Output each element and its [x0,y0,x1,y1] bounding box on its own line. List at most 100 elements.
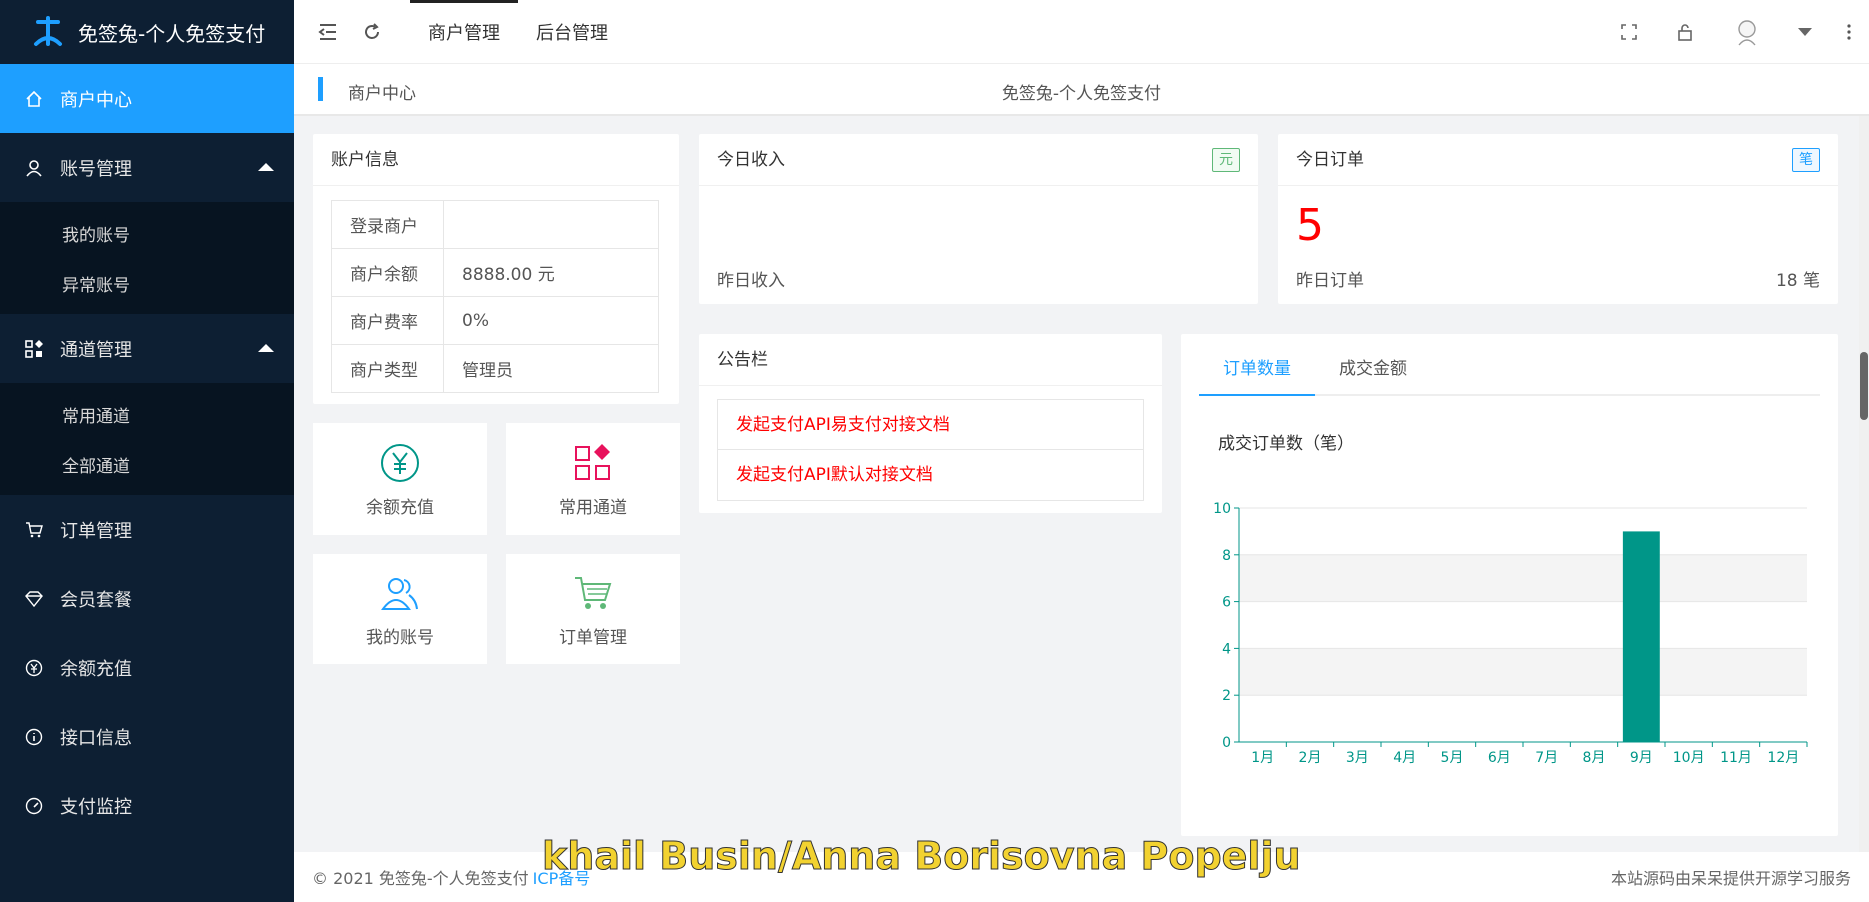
sidebar-item-account-management[interactable]: 账号管理 [0,133,294,202]
chart-bar[interactable] [1622,531,1660,742]
sidebar-item-membership[interactable]: 会员套餐 [0,564,294,633]
cart-icon [571,571,615,615]
info-icon [24,727,44,747]
page-scrollbar[interactable] [1859,116,1869,852]
orders-yesterday-row: 昨日订单 18 笔 [1296,266,1820,291]
order-bar-chart: 成交订单数（笔） 0 2 4 6 8 10 1月 2月 3月 4月 5月 6月 7月 8月 9月 10月 11月… [1213,434,1808,766]
chart-card: 订单数量 成交金额 成交订单数（笔） 0 2 4 6 8 10 1月 2月 3月 4月 5月 6月 7月… [1181,334,1838,836]
submenu-account: 我的账号 异常账号 [0,202,294,314]
table-row: 商户费率 0% [331,296,659,345]
x-tick-label: 9月 [1630,750,1653,766]
footer-right-text: 本站源码由呆呆提供开源学习服务 [1610,869,1851,888]
header-right-tools [1601,0,1869,64]
refresh-icon[interactable] [350,0,394,64]
quick-channel-button[interactable]: 常用通道 [506,423,680,535]
x-tick-label: 10月 [1673,750,1705,766]
quick-label: 我的账号 [366,627,434,648]
users-icon [378,571,422,615]
notice-link[interactable]: 发起支付API易支付对接文档 [718,400,1143,450]
quick-label: 余额充值 [366,497,434,518]
x-tick-label: 3月 [1346,750,1369,766]
tab-merchant-management[interactable]: 商户管理 [410,0,518,64]
unit-badge: 元 [1212,148,1240,172]
x-tick-label: 1月 [1251,750,1274,766]
breadcrumb: 商户中心 免签兔-个人免签支付 [294,64,1869,116]
table-row: 商户余额 8888.00 元 [331,248,659,297]
account-info-table: 登录商户 商户余额 8888.00 元 商户费率 0% 商户类型 管理员 [331,200,659,393]
tab-deal-amount[interactable]: 成交金额 [1315,344,1431,394]
quick-label: 订单管理 [559,627,627,648]
more-vertical-icon[interactable] [1829,0,1869,64]
collapse-menu-icon[interactable] [306,0,350,64]
yesterday-orders-value: 18 笔 [1775,271,1820,291]
sidebar-item-order-management[interactable]: 订单管理 [0,495,294,564]
sidebar-subitem-abnormal-account[interactable]: 异常账号 [0,258,294,308]
yesterday-orders-label: 昨日订单 [1296,271,1364,291]
submenu-channel: 常用通道 全部通道 [0,383,294,495]
unit-badge: 笔 [1792,148,1820,172]
brand-logo-icon [34,16,62,46]
row-label: 商户费率 [331,296,444,345]
today-orders-value: 5 [1296,200,1324,251]
x-tick-label: 4月 [1393,750,1416,766]
yen-icon [24,658,44,678]
gauge-icon [24,796,44,816]
scroll-thumb[interactable] [1860,352,1868,420]
app-title: 免签兔-个人免签支付 [78,21,266,46]
sidebar-item-label: 账号管理 [60,158,132,180]
quick-label: 常用通道 [559,497,627,518]
quick-recharge-button[interactable]: 余额充值 [313,423,487,535]
row-value: 管理员 [443,344,659,393]
video-watermark: khail Busin/Anna Borisovna Popelju [542,834,1302,879]
copyright: © 2021 免签兔-个人免签支付 [312,869,529,888]
tab-admin-management[interactable]: 后台管理 [518,0,626,64]
y-tick-label: 4 [1222,641,1231,657]
quick-my-account-button[interactable]: 我的账号 [313,554,487,664]
sidebar-item-label: 余额充值 [60,658,132,680]
diamond-icon [24,589,44,609]
top-header: 商户管理 后台管理 [294,0,1869,64]
sidebar-item-merchant-center[interactable]: 商户中心 [0,64,294,133]
y-tick-label: 10 [1213,501,1231,517]
avatar[interactable] [1713,0,1781,64]
y-tick-label: 8 [1222,548,1231,564]
x-tick-label: 6月 [1488,750,1511,766]
sidebar-subitem-my-account[interactable]: 我的账号 [0,208,294,258]
sidebar-subitem-common-channel[interactable]: 常用通道 [0,389,294,439]
apps-icon [571,441,615,485]
lock-icon[interactable] [1657,0,1713,64]
sidebar-item-api-info[interactable]: 接口信息 [0,702,294,771]
row-value: 8888.00 元 [443,248,659,297]
sidebar-subitem-all-channel[interactable]: 全部通道 [0,439,294,489]
card-title: 今日订单 笔 [1278,134,1838,186]
chart-band [1239,648,1807,696]
sidebar-item-recharge[interactable]: 余额充值 [0,633,294,702]
app-logo[interactable]: 免签兔-个人免签支付 [0,0,294,64]
y-tick-label: 2 [1222,688,1231,704]
card-title: 账户信息 [313,134,679,186]
sidebar-item-channel-management[interactable]: 通道管理 [0,314,294,383]
yen-circle-icon [378,441,422,485]
quick-order-button[interactable]: 订单管理 [506,554,680,664]
x-tick-label: 5月 [1441,750,1464,766]
tab-order-count[interactable]: 订单数量 [1199,344,1315,396]
today-income-card: 今日收入 元 昨日收入 [699,134,1258,304]
card-title: 公告栏 [699,334,1162,386]
row-value [443,200,659,249]
chevron-down-icon[interactable] [1781,0,1829,64]
row-label: 商户余额 [331,248,444,297]
notice-list: 发起支付API易支付对接文档 发起支付API默认对接文档 [717,399,1144,501]
x-tick-label: 11月 [1720,750,1752,766]
y-tick-label: 6 [1222,595,1231,611]
chart-band [1239,554,1807,602]
sidebar-item-payment-monitor[interactable]: 支付监控 [0,771,294,840]
account-info-card: 账户信息 登录商户 商户余额 8888.00 元 商户费率 0% 商户类型 管理… [313,134,679,404]
income-title: 今日收入 [717,150,785,170]
user-icon [24,158,44,178]
y-tick-label: 0 [1222,735,1231,751]
today-orders-card: 今日订单 笔 5 昨日订单 18 笔 [1278,134,1838,304]
sidebar: 免签兔-个人免签支付 商户中心 账号管理 我的账号 异常账号 通道管理 常用通道… [0,0,294,902]
sidebar-item-label: 会员套餐 [60,589,132,611]
notice-link[interactable]: 发起支付API默认对接文档 [718,450,1143,500]
fullscreen-icon[interactable] [1601,0,1657,64]
